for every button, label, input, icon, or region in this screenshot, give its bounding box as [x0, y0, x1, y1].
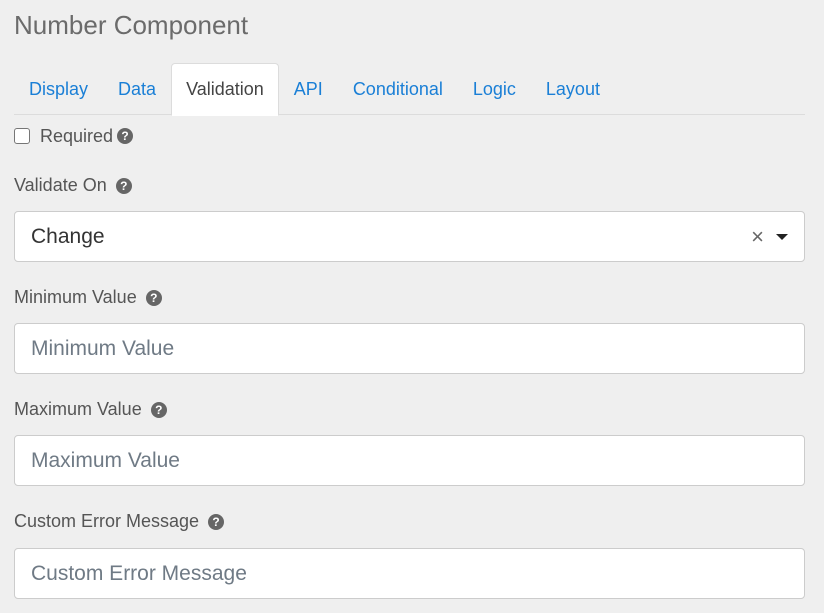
maximum-value-field: [14, 435, 805, 486]
tab-validation[interactable]: Validation: [171, 63, 279, 116]
required-label: Required: [40, 125, 114, 146]
help-question-icon[interactable]: ?: [145, 290, 162, 306]
tab-conditional[interactable]: Conditional: [338, 63, 458, 115]
maximum-value-label: Maximum Value: [14, 399, 142, 419]
number-component-editor: Number Component Display Data Validation…: [0, 0, 824, 613]
maximum-value-input[interactable]: [31, 448, 788, 473]
custom-error-input[interactable]: [31, 561, 788, 586]
help-question-icon[interactable]: ?: [150, 402, 167, 418]
tab-data[interactable]: Data: [103, 63, 171, 115]
help-question-icon[interactable]: ?: [117, 128, 134, 144]
maximum-label-row: Maximum Value ?: [14, 399, 167, 420]
tab-layout[interactable]: Layout: [531, 63, 615, 115]
minimum-value-field: [14, 323, 805, 374]
custom-error-label-row: Custom Error Message ?: [14, 511, 225, 532]
page-title: Number Component: [14, 10, 249, 40]
tab-display[interactable]: Display: [14, 63, 103, 115]
validate-on-label-row: Validate On ?: [14, 175, 132, 196]
minimum-value-input[interactable]: [31, 336, 788, 361]
validate-on-select[interactable]: Change ×: [14, 211, 805, 262]
minimum-value-label: Minimum Value: [14, 287, 137, 307]
required-checkbox[interactable]: [14, 128, 30, 144]
validate-on-label: Validate On: [14, 175, 107, 195]
close-icon[interactable]: ×: [751, 224, 764, 250]
required-row: Required ?: [14, 125, 134, 147]
custom-error-label: Custom Error Message: [14, 511, 200, 531]
validate-on-value: Change: [31, 224, 105, 248]
tab-bar: Display Data Validation API Conditional …: [14, 63, 805, 116]
minimum-label-row: Minimum Value ?: [14, 287, 162, 308]
tab-api[interactable]: API: [279, 63, 338, 115]
tab-logic[interactable]: Logic: [458, 63, 531, 115]
caret-down-icon[interactable]: [776, 233, 788, 240]
custom-error-field: [14, 548, 805, 599]
help-question-icon[interactable]: ?: [208, 514, 225, 530]
help-question-icon[interactable]: ?: [115, 178, 132, 194]
